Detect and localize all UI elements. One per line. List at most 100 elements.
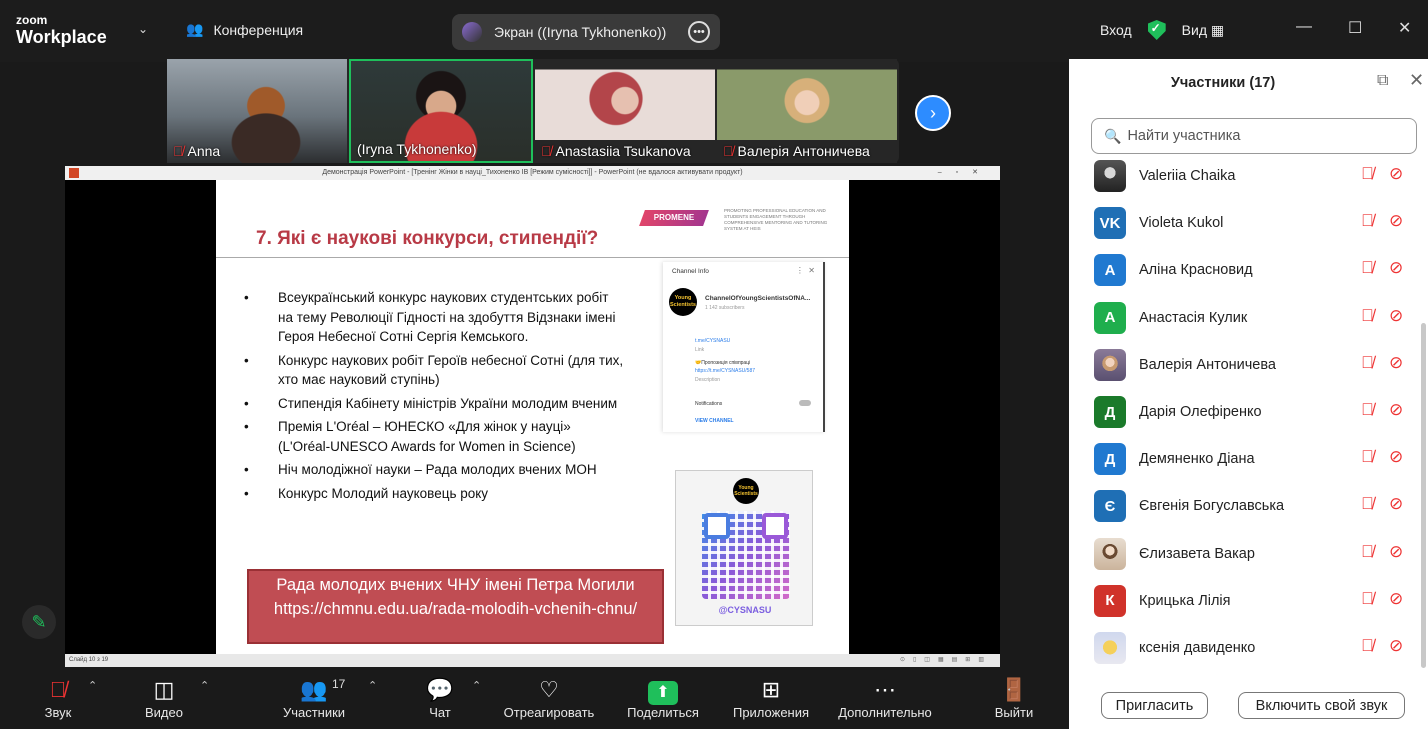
telegram-channel-info: Channel Info ⋮ ✕ Young Scientists Channe… xyxy=(663,262,825,432)
participants-panel: Участники (17) ⧉ ✕ 🔍 Valeriia Chaika🎙̸⊘V… xyxy=(1069,59,1428,729)
search-input[interactable] xyxy=(1127,128,1408,144)
react-button[interactable]: ♡ Отреагировать xyxy=(498,675,600,720)
share-screen-button[interactable]: ⬆ Поделиться xyxy=(622,675,704,720)
more-label: Дополнительно xyxy=(838,705,932,720)
participant-list: Valeriia Chaika 🎙̸ ⊘ VK Violeta Kukol 🎙̸ ⊘ А Алі… xyxy=(1069,156,1421,678)
bullet-item: Ніч молодіжної науки – Рада молодих вчен… xyxy=(244,460,624,480)
video-button[interactable]: ◫ Видео ⌃ xyxy=(138,675,209,720)
participant-row[interactable]: А Аліна Красновид 🎙̸ ⊘ xyxy=(1069,250,1421,297)
participants-label: Участники xyxy=(282,705,346,720)
channel-close-icon: ⋮ ✕ xyxy=(795,266,815,275)
minimize-icon[interactable]: — xyxy=(1296,18,1312,36)
participant-name: Єлизавета Вакар xyxy=(1139,545,1255,562)
promene-logo-text: PROMENE xyxy=(653,213,695,222)
unmute-self-button[interactable]: Включить свой звук xyxy=(1238,692,1405,719)
qr-code-card: Young Scientists @CYSNASU xyxy=(675,470,813,626)
chevron-up-icon[interactable]: ⌃ xyxy=(88,679,97,692)
leave-label: Выйти xyxy=(994,705,1034,720)
pop-out-icon[interactable]: ⧉ xyxy=(1377,72,1388,90)
chat-label: Чат xyxy=(429,705,451,720)
chevron-up-icon[interactable]: ⌃ xyxy=(368,679,377,692)
tile-name: 🎙̸ Anna xyxy=(173,143,220,159)
leave-button[interactable]: 🚪 Выйти xyxy=(990,675,1038,720)
channel-desc-label: Description xyxy=(695,377,721,383)
audio-button[interactable]: 🎙̸ Звук ⌃ xyxy=(36,675,98,720)
annotate-pencil-icon[interactable]: ✎ xyxy=(22,605,56,639)
participant-row[interactable]: Є Євгенія Богуславська 🎙̸ ⊘ xyxy=(1069,486,1421,533)
video-tile[interactable]: 🎙̸ Anastasiia Tsukanova xyxy=(535,59,715,163)
avatar: А xyxy=(1094,301,1126,334)
mic-muted-icon: 🎙̸ xyxy=(1361,305,1374,325)
search-icon: 🔍 xyxy=(1104,127,1122,144)
close-window-icon[interactable]: ✕ xyxy=(1398,18,1411,38)
panel-title: Участники (17) xyxy=(1170,75,1276,91)
promo-tagline: PROMOTING PROFESSIONAL EDUCATION AND STU… xyxy=(724,208,828,231)
meeting-info-button[interactable]: 👥 Конференция xyxy=(186,21,303,38)
security-shield-icon[interactable] xyxy=(1147,20,1166,40)
mic-muted-icon: 🎙̸ xyxy=(1361,164,1374,183)
more-options-icon[interactable]: ••• xyxy=(688,21,710,43)
video-off-icon: ⊘ xyxy=(1389,494,1404,514)
channel-desc-link: https://t.me/CYSNASU/587 xyxy=(695,368,756,374)
participant-row[interactable]: Д Демяненко Діана 🎙̸ ⊘ xyxy=(1069,439,1421,486)
chevron-down-icon[interactable]: ⌄ xyxy=(138,22,148,36)
participant-row[interactable]: А Анастасія Кулик 🎙̸ ⊘ xyxy=(1069,298,1421,345)
more-dots-icon: ⋯ xyxy=(874,677,896,702)
channel-desc-line: 🤝Пропозиція співпраці xyxy=(695,360,751,366)
video-tile-active-speaker[interactable]: (Iryna Tykhonenko) xyxy=(349,59,533,163)
apps-button[interactable]: ⊞ Приложения xyxy=(726,675,816,720)
video-off-icon: ⊘ xyxy=(1389,400,1404,419)
qr-code-image xyxy=(702,511,790,599)
video-off-icon: ⊘ xyxy=(1389,305,1404,325)
screen-share-indicator[interactable]: Экран ((Iryna Tykhonenko)) ••• xyxy=(452,14,720,50)
mic-muted-icon: 🎙̸ xyxy=(1361,636,1374,655)
tile-name: (Iryna Tykhonenko) xyxy=(357,141,477,157)
avatar: Д xyxy=(1094,443,1126,476)
participant-row[interactable]: Д Дарія Олефіренко 🎙̸ ⊘ xyxy=(1069,392,1421,439)
participant-name: Крицька Лілія xyxy=(1139,592,1231,609)
participant-row[interactable]: VK Violeta Kukol 🎙̸ ⊘ xyxy=(1069,203,1421,250)
participant-name: Valeriia Chaika xyxy=(1139,168,1236,184)
video-tile[interactable]: 🎙̸ Anna xyxy=(167,59,347,163)
participant-row[interactable]: ксенія давиденко 🎙̸ ⊘ xyxy=(1069,628,1421,675)
bullet-item: Конкурс наукових робіт Героїв небесної С… xyxy=(244,351,624,390)
participant-name: Євгенія Богуславська xyxy=(1139,498,1285,515)
close-panel-icon[interactable]: ✕ xyxy=(1409,70,1424,91)
video-off-icon: ⊘ xyxy=(1389,588,1404,608)
avatar: VK xyxy=(1094,207,1126,240)
mic-muted-icon: 🎙̸ xyxy=(49,677,67,702)
login-button[interactable]: Вход xyxy=(1100,22,1132,38)
channel-notifications: Notifications xyxy=(695,401,723,407)
participant-row[interactable]: Valeriia Chaika 🎙̸ ⊘ xyxy=(1069,156,1421,203)
video-tile[interactable]: 🎙̸ Валерія Антоничева xyxy=(717,59,897,163)
more-button[interactable]: ⋯ Дополнительно xyxy=(832,675,938,720)
participant-row[interactable]: К Крицька Лілія 🎙̸ ⊘ xyxy=(1069,581,1421,628)
participants-button[interactable]: 👥 17 Участники ⌃ xyxy=(278,675,377,720)
promene-logo: PROMENE xyxy=(639,210,709,226)
chevron-up-icon[interactable]: ⌃ xyxy=(472,679,481,692)
tile-name: 🎙̸ Валерія Антоничева xyxy=(723,143,870,159)
leave-door-icon: 🚪 xyxy=(1000,677,1028,702)
panel-scrollbar[interactable] xyxy=(1421,323,1426,668)
video-off-icon: ⊘ xyxy=(1389,352,1404,372)
qr-badge: Young Scientists xyxy=(733,478,759,504)
mic-muted-icon: 🎙̸ xyxy=(1361,352,1374,372)
participant-row[interactable]: Єлизавета Вакар 🎙̸ ⊘ xyxy=(1069,534,1421,581)
view-label: Вид xyxy=(1181,21,1207,38)
participant-search[interactable]: 🔍 xyxy=(1091,118,1417,154)
bullet-item: Конкурс Молодий науковець року xyxy=(244,484,624,504)
participant-name: Демяненко Діана xyxy=(1139,451,1255,468)
chat-button[interactable]: 💬 Чат ⌃ xyxy=(422,675,481,720)
panel-header: Участники (17) ⧉ ✕ xyxy=(1069,59,1428,107)
chevron-up-icon[interactable]: ⌃ xyxy=(200,679,209,692)
channel-info-header: Channel Info xyxy=(672,268,709,275)
mic-muted-icon: 🎙̸ xyxy=(541,143,552,159)
view-button[interactable]: Вид ▦ xyxy=(1182,22,1224,39)
participant-row[interactable]: Валерія Антоничева 🎙̸ ⊘ xyxy=(1069,345,1421,392)
next-page-button[interactable]: › xyxy=(915,95,951,131)
invite-button[interactable]: Пригласить xyxy=(1101,692,1208,719)
video-camera-icon: ◫ xyxy=(153,677,175,702)
logo-line-1: zoom xyxy=(16,13,48,27)
maximize-icon[interactable]: ☐ xyxy=(1348,18,1362,38)
ppt-window-controls: –▫✕ xyxy=(937,169,992,176)
